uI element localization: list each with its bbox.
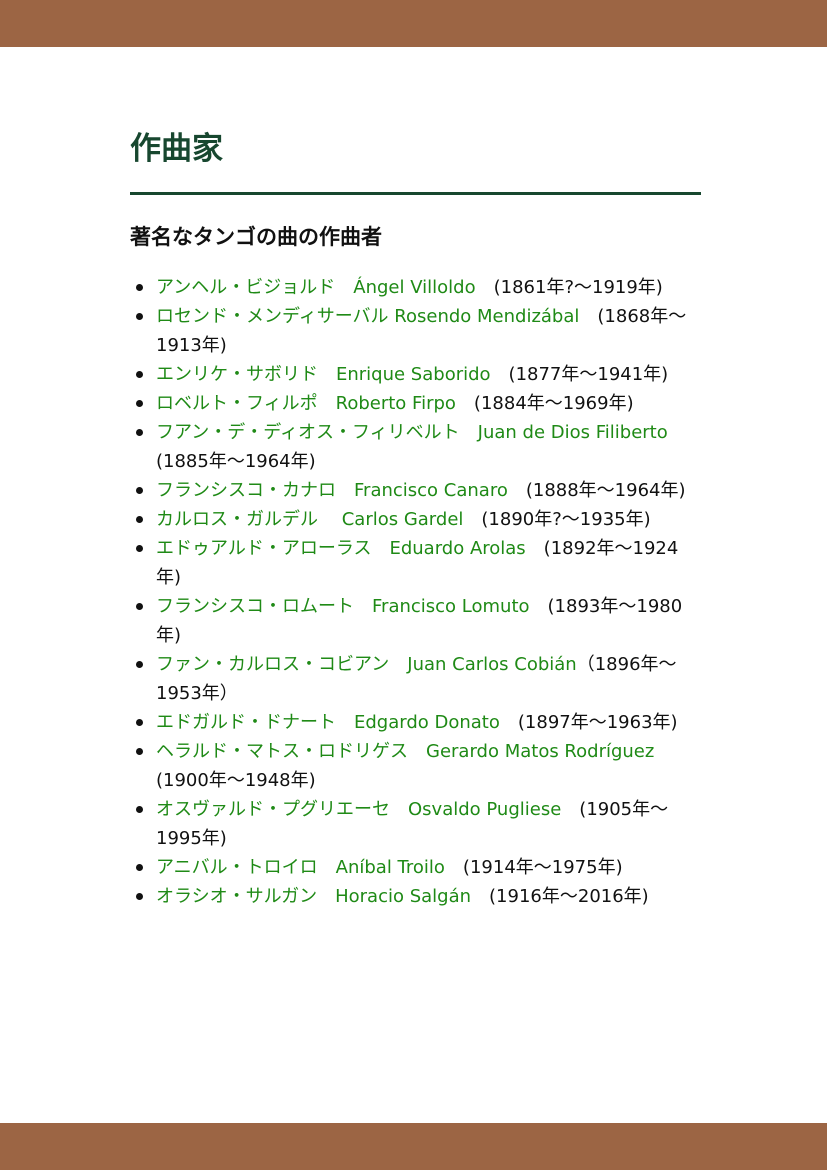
composer-item: ファン・カルロス・コビアン Juan Carlos Cobián（1896年～1… [130,650,701,708]
composer-item: アンヘル・ビジョルド Ángel Villoldo (1861年?～1919年) [130,273,701,302]
bullet-icon [136,603,143,610]
composer-item: エドガルド・ドナート Edgardo Donato (1897年～1963年) [130,708,701,737]
composer-item: オスヴァルド・プグリエーセ Osvaldo Pugliese (1905年～19… [130,795,701,853]
section-title: 著名なタンゴの曲の作曲者 [130,225,382,249]
composer-years: (1914年～1975年) [444,857,623,878]
composer-years: (1888年～1964年) [507,480,686,501]
composer-item: ヘラルド・マトス・ロドリゲス Gerardo Matos Rodríguez (… [130,737,701,795]
bullet-icon [136,284,143,291]
composer-link[interactable]: フアン・デ・ディオス・フィリベルト Juan de Dios Filiberto [156,422,668,443]
composer-link[interactable]: エドゥアルド・アローラス Eduardo Arolas [156,538,526,559]
bullet-icon [136,371,143,378]
composer-years: (1861年?～1919年) [475,277,663,298]
composer-link[interactable]: オラシオ・サルガン Horacio Salgán [156,886,471,907]
bullet-icon [136,429,143,436]
composer-link[interactable]: オスヴァルド・プグリエーセ Osvaldo Pugliese [156,799,561,820]
composer-item: フランシスコ・ロムート Francisco Lomuto (1893年～1980… [130,592,701,650]
composer-years: (1890年?～1935年) [463,509,651,530]
composer-item: アニバル・トロイロ Aníbal Troilo (1914年～1975年) [130,853,701,882]
composer-link[interactable]: エドガルド・ドナート Edgardo Donato [156,712,500,733]
composer-item: ロベルト・フィルポ Roberto Firpo (1884年～1969年) [130,389,701,418]
page-title: 作曲家 [130,120,701,195]
bullet-icon [136,516,143,523]
bullet-icon [136,806,143,813]
composer-link[interactable]: ロベルト・フィルポ Roberto Firpo [156,393,456,414]
bullet-icon [136,313,143,320]
composer-item: エドゥアルド・アローラス Eduardo Arolas (1892年～1924年… [130,534,701,592]
bullet-icon [136,748,143,755]
composer-years: (1884年～1969年) [455,393,634,414]
composer-link[interactable]: フランシスコ・ロムート Francisco Lomuto [156,596,530,617]
composer-item: フアン・デ・ディオス・フィリベルト Juan de Dios Filiberto… [130,418,701,476]
composer-link[interactable]: アンヘル・ビジョルド Ángel Villoldo [156,277,476,298]
composer-years: (1877年～1941年) [490,364,669,385]
header-band [0,0,827,47]
composer-years: (1916年～2016年) [471,886,649,907]
bullet-icon [136,487,143,494]
composer-link[interactable]: カルロス・ガルデル Carlos Gardel [156,509,463,530]
main-content: 作曲家 著名なタンゴの曲の作曲者 アンヘル・ビジョルド Ángel Villol… [130,120,701,911]
bullet-icon [136,864,143,871]
bullet-icon [136,545,143,552]
bullet-icon [136,400,143,407]
composer-item: ロセンド・メンディサーバル Rosendo Mendizábal (1868年～… [130,302,701,360]
composer-item: カルロス・ガルデル Carlos Gardel (1890年?～1935年) [130,505,701,534]
composer-list: アンヘル・ビジョルド Ángel Villoldo (1861年?～1919年)… [130,273,701,911]
composer-link[interactable]: ファン・カルロス・コビアン Juan Carlos Cobián [156,654,577,675]
composer-link[interactable]: アニバル・トロイロ Aníbal Troilo [156,857,445,878]
composer-link[interactable]: ロセンド・メンディサーバル Rosendo Mendizábal [156,306,579,327]
bullet-icon [136,719,143,726]
bullet-icon [136,893,143,900]
bullet-icon [136,661,143,668]
composer-years: (1897年～1963年) [499,712,678,733]
composer-link[interactable]: フランシスコ・カナロ Francisco Canaro [156,480,508,501]
composer-link[interactable]: ヘラルド・マトス・ロドリゲス Gerardo Matos Rodríguez [156,741,654,762]
composer-item: エンリケ・サボリド Enrique Saborido (1877年～1941年) [130,360,701,389]
composer-link[interactable]: エンリケ・サボリド Enrique Saborido [156,364,491,385]
composer-item: オラシオ・サルガン Horacio Salgán (1916年～2016年) [130,882,701,911]
footer-band [0,1123,827,1170]
composer-item: フランシスコ・カナロ Francisco Canaro (1888年～1964年… [130,476,701,505]
